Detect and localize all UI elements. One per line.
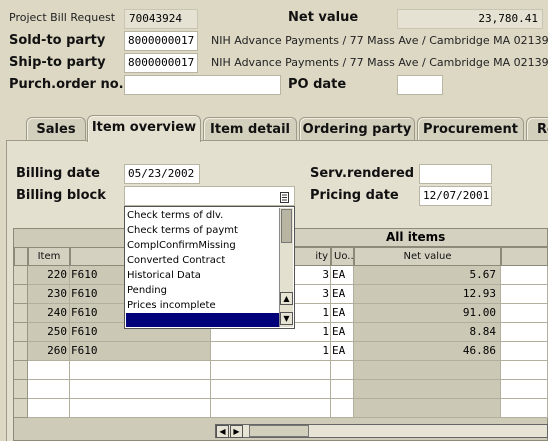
empty-cell[interactable] [28, 380, 70, 399]
cell-extra[interactable] [501, 285, 548, 304]
empty-cell[interactable] [28, 399, 70, 418]
dropdown-option[interactable]: Check terms of dlv. [127, 208, 223, 223]
po-date-field[interactable] [397, 75, 443, 95]
empty-cell[interactable] [70, 361, 211, 380]
empty-cell[interactable] [331, 399, 354, 418]
column-header-item[interactable]: Item [28, 247, 70, 266]
tab-more[interactable]: Re [526, 117, 548, 141]
empty-cell [354, 361, 501, 380]
empty-cell[interactable] [211, 399, 331, 418]
billing-block-label: Billing block [16, 188, 106, 203]
dropdown-scroll-thumb[interactable] [281, 209, 292, 243]
serv-rendered-label: Serv.rendered [310, 166, 415, 181]
pricing-date-field[interactable]: 12/07/2001 [419, 186, 492, 206]
cell-material[interactable]: F610 [70, 342, 211, 361]
row-selector[interactable] [14, 342, 28, 361]
net-value-field: 23,780.41 [397, 9, 543, 29]
cell-unit[interactable]: EA [331, 266, 354, 285]
cell-item: 250 [28, 323, 70, 342]
empty-cell [354, 380, 501, 399]
row-selector[interactable] [14, 285, 28, 304]
pricing-date-label: Pricing date [310, 188, 399, 203]
cell-unit[interactable]: EA [331, 323, 354, 342]
billing-date-label: Billing date [16, 166, 100, 181]
billing-block-field[interactable] [124, 186, 295, 206]
cell-quantity[interactable]: 1 [211, 342, 331, 361]
cell-unit[interactable]: EA [331, 304, 354, 323]
sold-to-field[interactable]: 8000000017 [124, 31, 198, 51]
empty-cell[interactable] [211, 380, 331, 399]
tab-item-detail[interactable]: Item detail [203, 117, 297, 141]
cell-item: 230 [28, 285, 70, 304]
dropdown-option[interactable]: Pending [127, 283, 167, 298]
dropdown-selected-option[interactable] [126, 313, 279, 327]
cell-item: 240 [28, 304, 70, 323]
empty-cell [354, 399, 501, 418]
arrow-up-icon[interactable]: ▲ [280, 292, 293, 305]
empty-cell[interactable] [331, 361, 354, 380]
arrow-right-icon[interactable]: ▶ [230, 425, 243, 438]
dropdown-option[interactable]: Prices incomplete [127, 298, 216, 313]
cell-extra[interactable] [501, 266, 548, 285]
cell-net-value: 5.67 [354, 266, 501, 285]
empty-cell[interactable] [211, 361, 331, 380]
row-selector[interactable] [14, 399, 28, 418]
ship-to-field[interactable]: 8000000017 [124, 53, 198, 73]
dropdown-option[interactable]: Check terms of paymt [127, 223, 238, 238]
billing-date-field[interactable]: 05/23/2002 [124, 164, 200, 184]
doc-type-label: Project Bill Request [9, 11, 116, 24]
horizontal-scroll-thumb[interactable] [249, 425, 309, 437]
row-selector[interactable] [14, 380, 28, 399]
dropdown-option[interactable]: Historical Data [127, 268, 201, 283]
dropdown-scrollbar[interactable]: ▲ ▼ [279, 208, 293, 327]
tab-ordering-party[interactable]: Ordering party [299, 117, 415, 141]
dropdown-option[interactable]: ComplConfirmMissing [127, 238, 236, 253]
tab-sales[interactable]: Sales [26, 117, 86, 141]
empty-cell[interactable] [331, 380, 354, 399]
cell-extra[interactable] [501, 304, 548, 323]
column-header-extra[interactable] [501, 247, 548, 266]
net-value-label: Net value [288, 10, 359, 25]
cell-net-value: 8.84 [354, 323, 501, 342]
empty-cell[interactable] [501, 380, 548, 399]
arrow-down-icon[interactable]: ▼ [280, 312, 293, 325]
empty-cell[interactable] [501, 361, 548, 380]
sold-to-label: Sold-to party [9, 33, 106, 48]
cell-net-value: 12.93 [354, 285, 501, 304]
column-header-select[interactable] [14, 247, 28, 266]
list-icon[interactable] [279, 189, 290, 203]
cell-item: 260 [28, 342, 70, 361]
row-selector[interactable] [14, 361, 28, 380]
cell-item: 220 [28, 266, 70, 285]
cell-net-value: 46.86 [354, 342, 501, 361]
cell-unit[interactable]: EA [331, 342, 354, 361]
tab-item-overview[interactable]: Item overview [87, 115, 201, 142]
po-number-field[interactable] [124, 75, 281, 95]
cell-net-value: 91.00 [354, 304, 501, 323]
tab-procurement[interactable]: Procurement [417, 117, 524, 141]
row-selector[interactable] [14, 323, 28, 342]
sold-to-description: NIH Advance Payments / 77 Mass Ave / Cam… [211, 34, 548, 47]
serv-rendered-field[interactable] [419, 164, 492, 184]
ship-to-description: NIH Advance Payments / 77 Mass Ave / Cam… [211, 56, 548, 69]
ship-to-label: Ship-to party [9, 55, 106, 70]
cell-unit[interactable]: EA [331, 285, 354, 304]
po-date-label: PO date [288, 77, 347, 92]
cell-extra[interactable] [501, 342, 548, 361]
row-selector[interactable] [14, 304, 28, 323]
cell-extra[interactable] [501, 323, 548, 342]
arrow-left-icon[interactable]: ◀ [216, 425, 229, 438]
column-header-net-value[interactable]: Net value [354, 247, 501, 266]
billing-block-dropdown-list[interactable]: Check terms of dlv. Check terms of paymt… [124, 206, 295, 329]
empty-cell[interactable] [28, 361, 70, 380]
dropdown-option[interactable]: Converted Contract [127, 253, 225, 268]
doc-number-field: 70043924 [124, 9, 198, 29]
po-number-label: Purch.order no. [9, 77, 124, 92]
table-title: All items [386, 230, 446, 244]
column-header-unit[interactable]: Uo.. [331, 247, 354, 266]
empty-cell[interactable] [70, 399, 211, 418]
row-selector[interactable] [14, 266, 28, 285]
empty-cell[interactable] [501, 399, 548, 418]
empty-cell[interactable] [70, 380, 211, 399]
